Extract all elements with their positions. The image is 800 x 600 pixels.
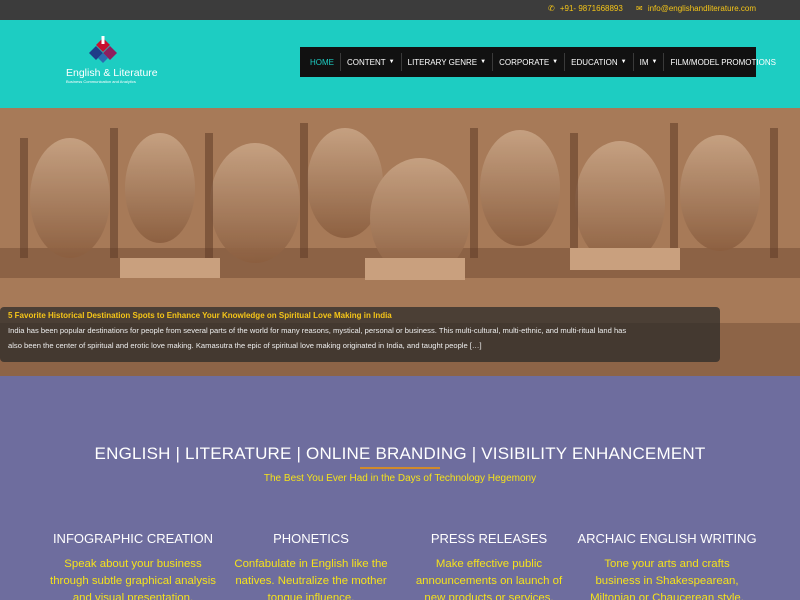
nav-item-corporate[interactable]: CORPORATE ▼	[493, 53, 566, 71]
main-navigation: HOME CONTENT ▼ LITERARY GENRE ▼ CORPORATE ▼ EDU…	[300, 47, 776, 77]
service-title: INFOGRAPHIC CREATION	[52, 531, 214, 546]
service-desc-line: and visual presentation.	[72, 592, 194, 600]
nav-item-label: HOME	[310, 57, 334, 67]
top-bar: ✆ +91- 9871668893 ✉ info@englishandliter…	[0, 0, 800, 20]
nav-item-literary-genre[interactable]: LITERARY GENRE ▼	[402, 53, 494, 71]
service-title: PRESS RELEASES	[430, 531, 548, 546]
phone-number[interactable]: +91- 9871668893	[560, 4, 623, 13]
phone-icon: ✆	[548, 4, 555, 13]
logo-tagline: Business Communication and Analytics	[66, 79, 136, 84]
services-section: ENGLISH | LITERATURE | ONLINE BRANDING |…	[0, 376, 800, 600]
site-header: English & Literature Business Communicat…	[0, 20, 800, 108]
nav-item-label: IM	[639, 57, 649, 67]
service-desc-line: through subtle graphical analysis	[50, 575, 216, 587]
nav-item-home[interactable]: HOME	[304, 53, 341, 71]
nav-item-film-model-promotions[interactable]: FILM/MODEL PROMOTIONS	[664, 53, 782, 71]
nav-item-label: CORPORATE	[499, 57, 550, 67]
headline-divider	[360, 467, 440, 469]
caret-down-icon: ▼	[620, 59, 627, 65]
email-link[interactable]: info@englishandliterature.com	[648, 4, 756, 13]
service-desc-line: announcements on launch of	[415, 575, 563, 587]
slide-title[interactable]: 5 Favorite Historical Destination Spots …	[8, 311, 712, 320]
site-logo[interactable]: English & Literature Business Communicat…	[62, 36, 158, 90]
nav-item-im[interactable]: IM ▼	[634, 53, 665, 71]
service-press-releases: PRESS RELEASES Make effective public ann…	[404, 531, 574, 600]
service-title: ARCHAIC ENGLISH WRITING	[577, 531, 757, 546]
nav-item-label: EDUCATION	[571, 57, 618, 67]
slide-excerpt-line-2: also been the center of spiritual and er…	[8, 341, 482, 350]
service-title: PHONETICS	[273, 531, 349, 546]
service-phonetics: PHONETICS Confabulate in English like th…	[226, 531, 396, 600]
nav-item-label: LITERARY GENRE	[407, 57, 478, 67]
slide-caption[interactable]: 5 Favorite Historical Destination Spots …	[0, 307, 720, 362]
service-desc-line: Make effective public	[435, 558, 543, 570]
service-desc-line: Miltonian or Chaucerean style.	[590, 592, 744, 600]
service-desc-line: Speak about your business	[64, 558, 202, 570]
nav-item-label: CONTENT	[347, 57, 386, 67]
caret-down-icon: ▼	[651, 59, 658, 65]
nav-item-label: FILM/MODEL PROMOTIONS	[670, 57, 776, 67]
section-subheadline: The Best You Ever Had in the Days of Tec…	[263, 473, 537, 484]
hero-slider[interactable]: 5 Favorite Historical Destination Spots …	[0, 108, 800, 376]
service-desc-line: tongue influence.	[267, 592, 355, 600]
service-desc-line: business in Shakespearean,	[595, 575, 739, 587]
caret-down-icon: ▼	[552, 59, 559, 65]
service-desc-line: natives. Neutralize the mother	[235, 575, 387, 587]
service-archaic-english: ARCHAIC ENGLISH WRITING Tone your arts a…	[574, 531, 760, 600]
nav-item-content[interactable]: CONTENT ▼	[341, 53, 402, 71]
contact-info: ✆ +91- 9871668893 ✉ info@englishandliter…	[547, 4, 756, 13]
caret-down-icon: ▼	[388, 59, 395, 65]
caret-down-icon: ▼	[480, 59, 487, 65]
service-infographic: INFOGRAPHIC CREATION Speak about your bu…	[40, 531, 226, 600]
service-desc-line: Tone your arts and crafts	[604, 558, 730, 570]
section-headline: ENGLISH | LITERATURE | ONLINE BRANDING |…	[94, 444, 706, 463]
envelope-icon: ✉	[635, 4, 643, 13]
logo-brand-name: English & Literature	[66, 67, 158, 79]
logo-mark-icon	[89, 36, 117, 63]
service-desc-line: new products or services.	[424, 592, 554, 600]
nav-item-education[interactable]: EDUCATION ▼	[565, 53, 634, 71]
service-desc-line: Confabulate in English like the	[234, 558, 388, 570]
slide-excerpt-line-1: India has been popular destinations for …	[8, 326, 627, 335]
